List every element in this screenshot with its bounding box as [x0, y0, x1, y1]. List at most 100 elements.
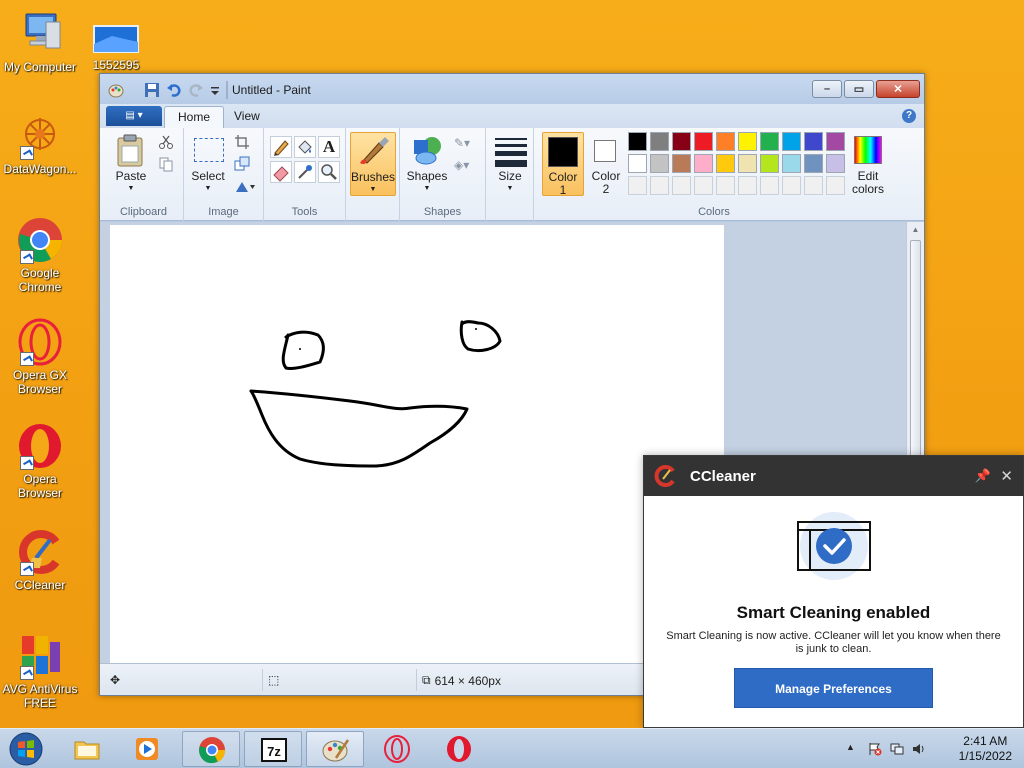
palette-swatch[interactable] [738, 154, 757, 173]
palette-swatch[interactable] [804, 154, 823, 173]
paste-dropdown-icon: ▼ [127, 185, 135, 192]
palette-swatch[interactable] [650, 132, 669, 151]
palette-swatch[interactable] [694, 154, 713, 173]
close-icon[interactable]: ✕ [1000, 467, 1013, 485]
image-file-icon [92, 14, 140, 56]
paste-icon [117, 134, 143, 167]
close-button[interactable]: ✕ [876, 80, 920, 98]
taskbar-7zip[interactable]: 7z [244, 731, 302, 767]
paint-menu-button[interactable]: ▤ ▾ [106, 106, 162, 126]
desktop-icon-my-computer[interactable]: My Computer [0, 10, 80, 74]
color1-button[interactable]: Color 1 [542, 132, 584, 197]
start-button[interactable] [6, 731, 46, 767]
palette-swatch[interactable] [760, 154, 779, 173]
ccleaner-title: CCleaner [690, 468, 756, 485]
manage-preferences-button[interactable]: Manage Preferences [734, 668, 933, 708]
customize-qat-icon[interactable] [210, 82, 220, 98]
maximize-button[interactable]: ▭ [844, 80, 874, 98]
minimize-button[interactable]: – [812, 80, 842, 98]
color1-num: 1 [559, 183, 567, 197]
palette-swatch[interactable] [628, 154, 647, 173]
crop-icon[interactable] [234, 134, 250, 150]
palette-swatch[interactable] [782, 132, 801, 151]
desktop-icon-opera[interactable]: Opera Browser [0, 422, 80, 500]
desktop-icon-datawagon[interactable]: DataWagon... [0, 112, 80, 176]
outline-icon[interactable]: ✎▾ [454, 136, 476, 152]
palette-swatch[interactable] [650, 176, 669, 195]
pin-icon[interactable]: 📌 [975, 468, 991, 484]
desktop-icon-opera-gx[interactable]: Opera GX Browser [0, 318, 80, 396]
taskbar-chrome[interactable] [182, 731, 240, 767]
color-picker-tool-icon[interactable] [294, 161, 316, 183]
palette-swatch[interactable] [716, 154, 735, 173]
palette-swatch[interactable] [804, 176, 823, 195]
copy-icon[interactable] [158, 156, 174, 172]
volume-icon[interactable] [912, 742, 926, 756]
taskbar-opera-gx[interactable] [368, 731, 426, 767]
taskbar-file-explorer[interactable] [58, 731, 116, 767]
text-tool-icon[interactable]: A [318, 136, 340, 158]
fill-icon[interactable]: ◈▾ [454, 158, 476, 174]
palette-swatch[interactable] [716, 132, 735, 151]
fill-tool-icon[interactable] [294, 136, 316, 158]
color2-button[interactable]: Color 2 [586, 132, 626, 196]
scroll-up-icon[interactable]: ▲ [907, 222, 924, 238]
group-colors: Color 1 Color 2 Edit colors Colors [534, 128, 894, 221]
network-icon[interactable] [890, 742, 904, 756]
desktop-icon-label: DataWagon... [3, 162, 77, 176]
desktop-icon-avg[interactable]: AVG AntiVirus FREE [0, 632, 80, 710]
palette-swatch[interactable] [826, 154, 845, 173]
clock[interactable]: 2:41 AM 1/15/2022 [959, 734, 1012, 764]
palette-swatch[interactable] [628, 176, 647, 195]
edit-colors-button[interactable]: Edit colors [848, 132, 888, 196]
resize-icon[interactable] [234, 156, 250, 172]
paste-button[interactable]: Paste ▼ [110, 132, 152, 194]
palette-swatch[interactable] [804, 132, 823, 151]
select-button[interactable]: Select ▼ [188, 132, 228, 194]
palette-swatch[interactable] [826, 132, 845, 151]
palette-swatch[interactable] [694, 132, 713, 151]
tab-view[interactable]: View [221, 106, 273, 128]
palette-swatch[interactable] [760, 176, 779, 195]
palette-swatch[interactable] [628, 132, 647, 151]
palette-swatch[interactable] [694, 176, 713, 195]
eraser-tool-icon[interactable] [270, 161, 292, 183]
taskbar-paint[interactable] [306, 731, 364, 767]
shortcut-arrow-icon [20, 146, 34, 160]
paint-app-icon[interactable] [108, 82, 124, 98]
palette-swatch[interactable] [716, 176, 735, 195]
palette-swatch[interactable] [672, 176, 691, 195]
action-center-flag-icon[interactable] [868, 742, 882, 756]
taskbar-media-player[interactable] [118, 731, 176, 767]
folder-icon [74, 741, 100, 760]
shapes-button[interactable]: Shapes ▼ [404, 132, 450, 194]
magnifier-tool-icon[interactable] [318, 161, 340, 183]
redo-icon[interactable] [188, 82, 204, 98]
save-icon[interactable] [144, 82, 160, 98]
desktop-icon-1552595[interactable]: 1552595 [76, 14, 156, 72]
undo-icon[interactable] [166, 82, 182, 98]
palette-swatch[interactable] [672, 132, 691, 151]
palette-swatch[interactable] [738, 132, 757, 151]
size-button[interactable]: Size ▼ [490, 132, 530, 194]
brushes-dropdown-icon: ▼ [369, 186, 377, 193]
desktop-icon-google-chrome[interactable]: Google Chrome [0, 216, 80, 294]
palette-swatch[interactable] [782, 176, 801, 195]
paint-titlebar[interactable]: Untitled - Paint – ▭ ✕ [100, 74, 924, 104]
palette-swatch[interactable] [782, 154, 801, 173]
pencil-tool-icon[interactable] [270, 136, 292, 158]
drawing-canvas[interactable] [110, 225, 724, 663]
palette-swatch[interactable] [650, 154, 669, 173]
cut-icon[interactable] [158, 134, 174, 150]
taskbar-opera[interactable] [430, 731, 488, 767]
show-hidden-icons-icon[interactable]: ▲ [846, 742, 860, 756]
palette-swatch[interactable] [760, 132, 779, 151]
palette-swatch[interactable] [738, 176, 757, 195]
help-icon[interactable]: ? [902, 109, 916, 123]
tab-home[interactable]: Home [164, 106, 225, 128]
palette-swatch[interactable] [672, 154, 691, 173]
palette-swatch[interactable] [826, 176, 845, 195]
rotate-icon[interactable] [234, 178, 256, 194]
desktop-icon-ccleaner[interactable]: CCleaner [0, 528, 80, 592]
brushes-button[interactable]: Brushes ▼ [350, 132, 396, 196]
